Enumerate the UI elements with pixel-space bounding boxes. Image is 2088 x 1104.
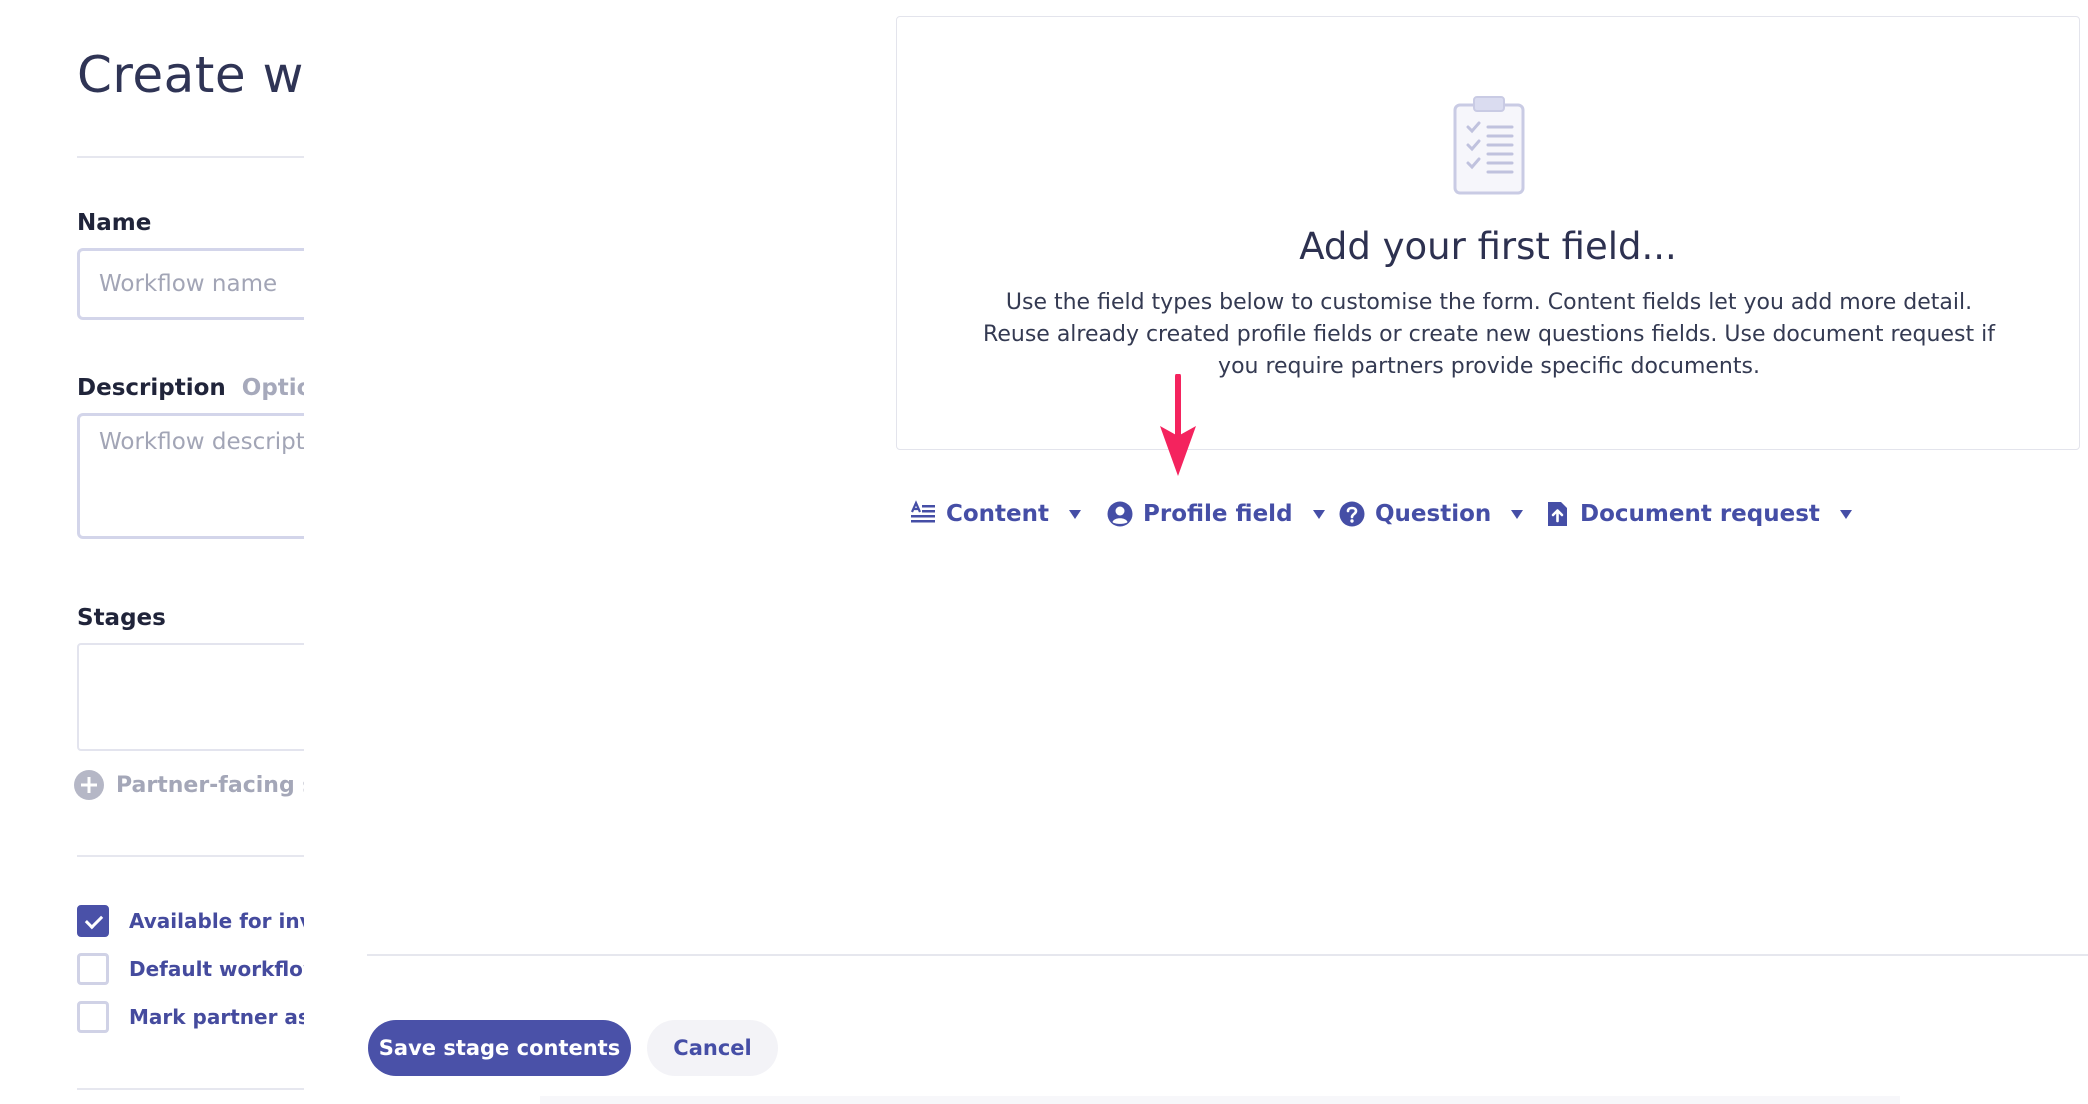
document-upload-icon: [1548, 502, 1567, 526]
plus-circle-icon: [74, 770, 104, 800]
user-circle-icon: [1107, 501, 1133, 527]
profile-field-button[interactable]: Profile field: [1106, 492, 1325, 536]
mark-partner-checkbox[interactable]: [77, 1001, 109, 1033]
page-title: Create wo: [77, 46, 304, 104]
footer-divider: [367, 954, 2088, 956]
content-field-button[interactable]: Content: [909, 492, 1082, 536]
default-workflow-checkbox-row[interactable]: Default workflow: [77, 953, 304, 985]
cancel-button[interactable]: Cancel: [647, 1020, 778, 1076]
name-label: Name: [77, 210, 152, 236]
chevron-down-icon: [1069, 509, 1082, 519]
divider: [77, 855, 304, 857]
description-label-text: Description: [77, 375, 226, 401]
document-request-button[interactable]: Document request: [1543, 492, 1852, 536]
question-circle-icon: [1339, 501, 1365, 527]
divider: [77, 1088, 304, 1090]
checkbox-label: Available for invitir: [129, 909, 304, 933]
description-label: Description Optiona: [77, 375, 304, 401]
empty-state-card: Add your first field... Use the field ty…: [896, 16, 2080, 450]
divider: [77, 156, 304, 158]
workflow-name-input[interactable]: Workflow name: [77, 248, 304, 320]
footer-shadow: [540, 1096, 1900, 1104]
save-stage-contents-button[interactable]: Save stage contents: [368, 1020, 631, 1076]
empty-state-title: Add your first field...: [1299, 225, 1677, 268]
default-workflow-checkbox[interactable]: [77, 953, 109, 985]
add-stage-label: Partner-facing stag: [116, 772, 304, 798]
chevron-down-icon: [1511, 509, 1524, 519]
content-text-icon: [910, 500, 935, 523]
clipboard-checklist-icon: [1453, 96, 1525, 195]
checkbox-label: Default workflow: [129, 957, 304, 981]
chevron-down-icon: [1312, 509, 1325, 519]
optional-label: Optiona: [241, 375, 304, 401]
stages-list: [77, 643, 304, 751]
chevron-down-icon: [1839, 509, 1852, 519]
workflow-editor-page: Create wo Name Workflow name Description…: [0, 0, 2088, 1104]
document-request-label: Document request: [1580, 501, 1820, 527]
checkbox-label: Mark partner as ful: [129, 1005, 304, 1029]
workflow-form-panel: Create wo Name Workflow name Description…: [0, 0, 304, 1104]
available-for-inviting-checkbox[interactable]: [77, 905, 109, 937]
question-label: Question: [1375, 501, 1492, 527]
available-for-inviting-checkbox-row[interactable]: Available for invitir: [77, 905, 304, 937]
stages-label: Stages: [77, 605, 166, 631]
content-label: Content: [946, 501, 1050, 527]
mark-partner-checkbox-row[interactable]: Mark partner as ful: [77, 1001, 304, 1033]
pink-arrow-down-icon: [1160, 374, 1196, 476]
profile-field-label: Profile field: [1143, 501, 1293, 527]
question-field-button[interactable]: Question: [1338, 492, 1524, 536]
workflow-description-input[interactable]: Workflow descriptio: [77, 413, 304, 539]
add-partner-facing-stage-button[interactable]: Partner-facing stag: [74, 770, 304, 800]
empty-state-description: Use the field types below to customise t…: [983, 290, 1995, 379]
